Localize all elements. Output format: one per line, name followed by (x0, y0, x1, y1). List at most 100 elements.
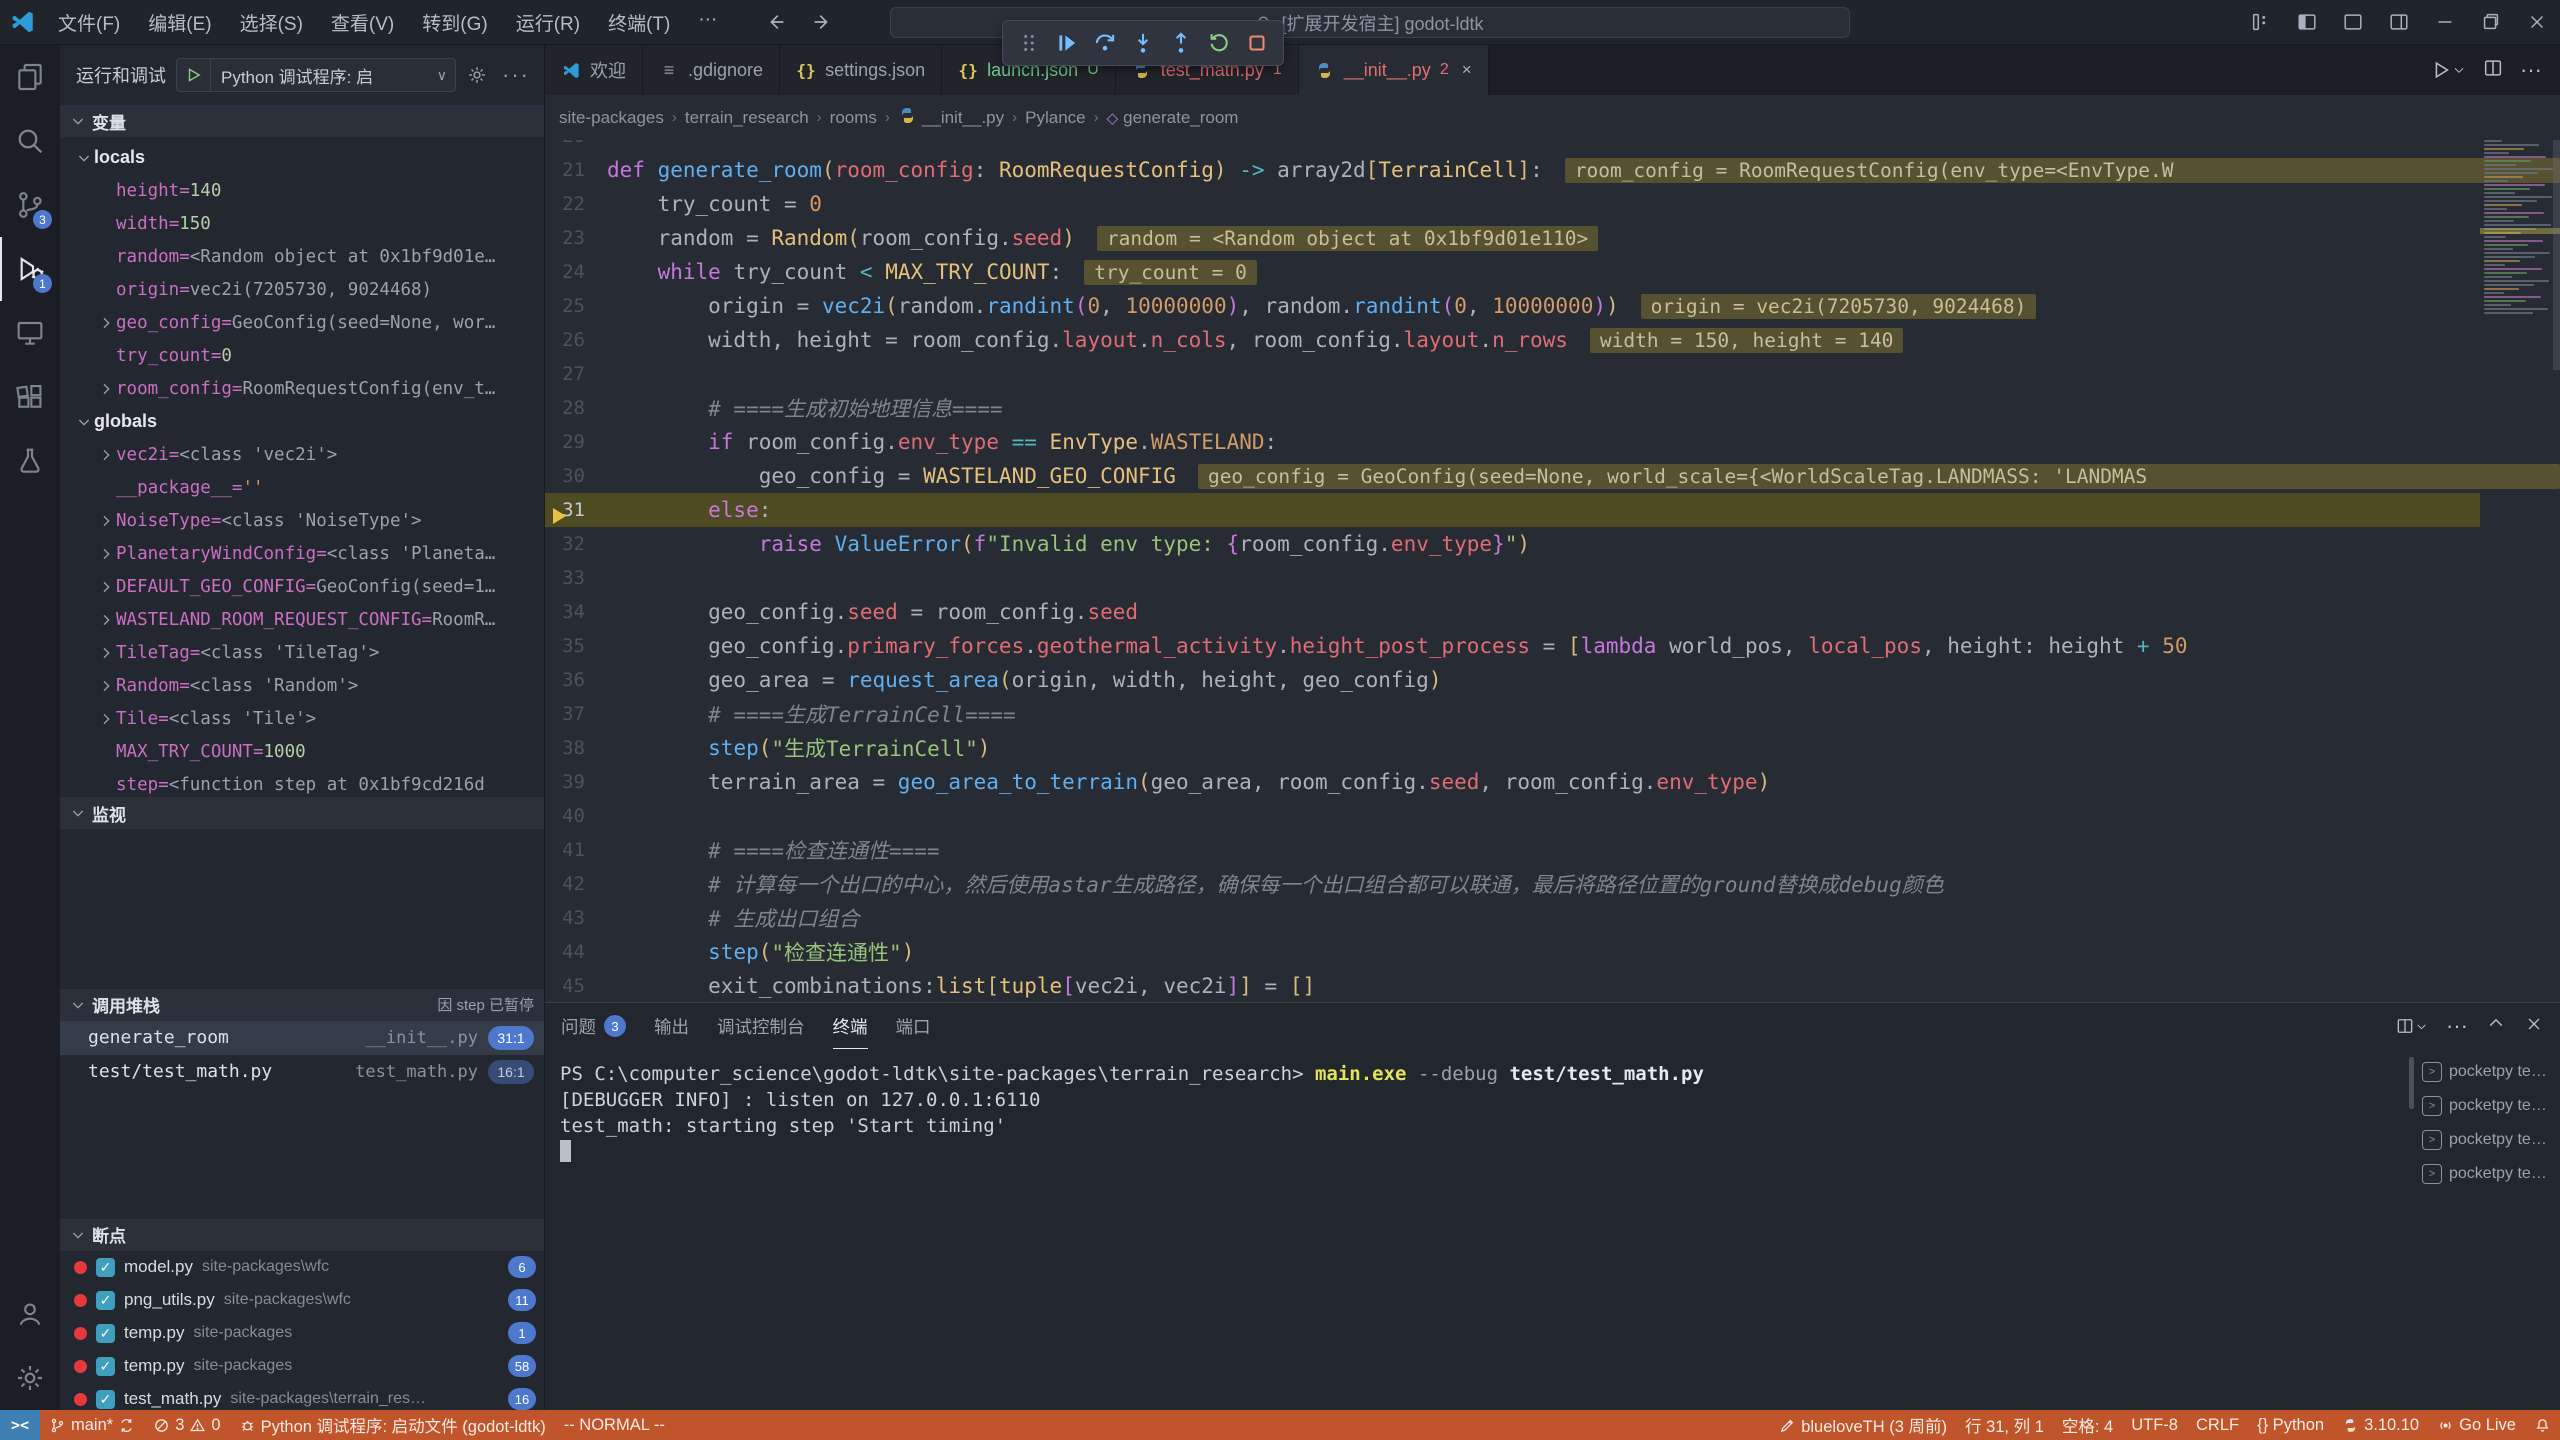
breakpoint-checkbox[interactable]: ✓ (96, 1390, 115, 1409)
status-item-right-4[interactable]: CRLF (2187, 1410, 2248, 1440)
breadcrumb-item[interactable]: site-packages (559, 108, 664, 128)
panel-tab-问题[interactable]: 问题3 (561, 1003, 626, 1049)
code-line-35[interactable]: 35 geo_config.primary_forces.geothermal_… (545, 629, 2480, 663)
panel-more-icon[interactable]: ··· (2446, 1013, 2468, 1039)
toggle-secondary-sidebar-icon[interactable] (2376, 0, 2422, 45)
customize-layout-icon[interactable] (2238, 0, 2284, 45)
breadcrumb-item[interactable]: terrain_research (685, 108, 809, 128)
restart-icon[interactable] (1203, 26, 1235, 60)
code-line-39[interactable]: 39 terrain_area = geo_area_to_terrain(ge… (545, 765, 2480, 799)
menu-item[interactable]: 编辑(E) (136, 5, 223, 40)
variable-row[interactable]: geo_config = GeoConfig(seed=None, wor… (60, 306, 544, 339)
breakpoint-checkbox[interactable]: ✓ (96, 1357, 115, 1376)
scope-row[interactable]: locals (60, 141, 544, 174)
variable-row[interactable]: origin = vec2i(7205730, 9024468) (60, 273, 544, 306)
accounts-icon[interactable] (0, 1282, 60, 1346)
status-item-right-1[interactable]: 行 31, 列 1 (1956, 1410, 2053, 1440)
panel-tab-终端[interactable]: 终端 (833, 1003, 868, 1049)
minimap[interactable] (2484, 140, 2554, 315)
code-line-41[interactable]: 41 # ====检查连通性==== (545, 833, 2480, 867)
toggle-panel-icon[interactable] (2330, 0, 2376, 45)
status-item-right-8[interactable] (2525, 1410, 2560, 1440)
code-line-22[interactable]: 22 try_count = 0 (545, 187, 2480, 221)
status-item-right-2[interactable]: 空格: 4 (2053, 1410, 2122, 1440)
status-item-right-6[interactable]: 3.10.10 (2333, 1410, 2428, 1440)
explorer-icon[interactable] (0, 45, 60, 109)
breakpoint-row[interactable]: ✓temp.pysite-packages1 (60, 1317, 544, 1350)
code-line-37[interactable]: 37 # ====生成TerrainCell==== (545, 697, 2480, 731)
variable-row[interactable]: MAX_TRY_COUNT = 1000 (60, 735, 544, 768)
variable-row[interactable]: Random = <class 'Random'> (60, 669, 544, 702)
menu-item[interactable]: 运行(R) (504, 5, 592, 40)
variable-row[interactable]: try_count = 0 (60, 339, 544, 372)
editor-scrollbar[interactable] (2553, 140, 2560, 370)
variable-row[interactable]: height = 140 (60, 174, 544, 207)
close-panel-icon[interactable] (2524, 1014, 2544, 1039)
terminal-instance[interactable]: >pocketpy te… (2418, 1123, 2560, 1157)
section-callstack[interactable]: 调用堆栈因 step 已暂停 (60, 989, 544, 1021)
status-item-left-2[interactable]: Python 调试程序: 启动文件 (godot-ldtk) (230, 1410, 555, 1440)
menu-item[interactable]: 查看(V) (319, 5, 406, 40)
status-item-left-3[interactable]: -- NORMAL -- (555, 1410, 674, 1440)
variable-row[interactable]: room_config = RoomRequestConfig(env_t… (60, 372, 544, 405)
terminal-output[interactable]: PS C:\computer_science\godot-ldtk\site-p… (545, 1049, 2410, 1410)
code-line-32[interactable]: 32 raise ValueError(f"Invalid env type: … (545, 527, 2480, 561)
tab-settings.json[interactable]: {}settings.json (780, 45, 942, 95)
breakpoint-checkbox[interactable]: ✓ (96, 1324, 115, 1343)
panel-tab-端口[interactable]: 端口 (896, 1003, 931, 1049)
terminal-scrollbar[interactable] (2409, 1057, 2414, 1109)
source-control-icon[interactable]: 3 (0, 173, 60, 237)
code-line-44[interactable]: 44 step("检查连通性") (545, 935, 2480, 969)
code-line-23[interactable]: 23 random = Random(room_config.seed)rand… (545, 221, 2480, 255)
stack-frame[interactable]: generate_room__init__.py31:1 (60, 1021, 544, 1055)
status-item-right-3[interactable]: UTF-8 (2122, 1410, 2187, 1440)
minimize-icon[interactable] (2422, 0, 2468, 45)
code-line-20[interactable]: 20 (545, 140, 2480, 153)
breadcrumb-item[interactable]: __init__.py (898, 106, 1004, 129)
status-item-right-7[interactable]: Go Live (2428, 1410, 2525, 1440)
settings-icon[interactable] (0, 1346, 60, 1410)
terminal-instance[interactable]: >pocketpy te… (2418, 1157, 2560, 1191)
breakpoint-checkbox[interactable]: ✓ (96, 1291, 115, 1310)
run-python-file-icon[interactable] (2430, 59, 2466, 81)
menu-item[interactable]: 选择(S) (228, 5, 315, 40)
code-line-31[interactable]: 31 else: (545, 493, 2480, 527)
section-variables[interactable]: 变量 (60, 105, 544, 137)
variable-row[interactable]: width = 150 (60, 207, 544, 240)
nav-forward-icon[interactable] (799, 0, 845, 45)
breadcrumb-item[interactable]: rooms (830, 108, 877, 128)
variable-row[interactable]: TileTag = <class 'TileTag'> (60, 636, 544, 669)
variable-row[interactable]: vec2i = <class 'vec2i'> (60, 438, 544, 471)
search-icon[interactable] (0, 109, 60, 173)
split-terminal-icon[interactable] (2395, 1016, 2428, 1036)
menu-item[interactable]: ··· (686, 5, 729, 40)
remote-indicator[interactable]: >< (0, 1410, 40, 1440)
section-watch[interactable]: 监视 (60, 797, 544, 829)
stack-frame[interactable]: test/test_math.pytest_math.py16:1 (60, 1055, 544, 1089)
status-item-right-0[interactable]: blueloveTH (3 周前) (1770, 1410, 1956, 1440)
code-editor[interactable]: 2021def generate_room(room_config: RoomR… (545, 140, 2560, 1002)
restore-icon[interactable] (2468, 0, 2514, 45)
tab-.gdignore[interactable]: ≡.gdignore (643, 45, 780, 95)
tab--[interactable]: 欢迎 (545, 45, 643, 95)
run-debug-icon[interactable]: 1 (0, 237, 60, 301)
more-actions-icon[interactable]: ··· (498, 62, 534, 88)
code-line-21[interactable]: 21def generate_room(room_config: RoomReq… (545, 153, 2480, 187)
code-line-45[interactable]: 45 exit_combinations:list[tuple[vec2i, v… (545, 969, 2480, 1002)
panel-tab-调试控制台[interactable]: 调试控制台 (717, 1003, 805, 1049)
breakpoint-row[interactable]: ✓png_utils.pysite-packages\wfc11 (60, 1284, 544, 1317)
breakpoint-row[interactable]: ✓test_math.pysite-packages\terrain_res…1… (60, 1383, 544, 1411)
split-editor-icon[interactable] (2482, 57, 2504, 84)
toggle-sidebar-icon[interactable] (2284, 0, 2330, 45)
code-line-38[interactable]: 38 step("生成TerrainCell") (545, 731, 2480, 765)
breakpoint-checkbox[interactable]: ✓ (96, 1258, 115, 1277)
code-line-34[interactable]: 34 geo_config.seed = room_config.seed (545, 595, 2480, 629)
nav-back-icon[interactable] (753, 0, 799, 45)
remote-explorer-icon[interactable] (0, 301, 60, 365)
breadcrumb-item[interactable]: ◇generate_room (1107, 108, 1239, 128)
step-over-icon[interactable] (1089, 26, 1121, 60)
variable-row[interactable]: PlanetaryWindConfig = <class 'Planeta… (60, 537, 544, 570)
start-debug-icon[interactable] (177, 59, 211, 91)
code-line-43[interactable]: 43 # 生成出口组合 (545, 901, 2480, 935)
variable-row[interactable]: step = <function step at 0x1bf9cd216d (60, 768, 544, 797)
